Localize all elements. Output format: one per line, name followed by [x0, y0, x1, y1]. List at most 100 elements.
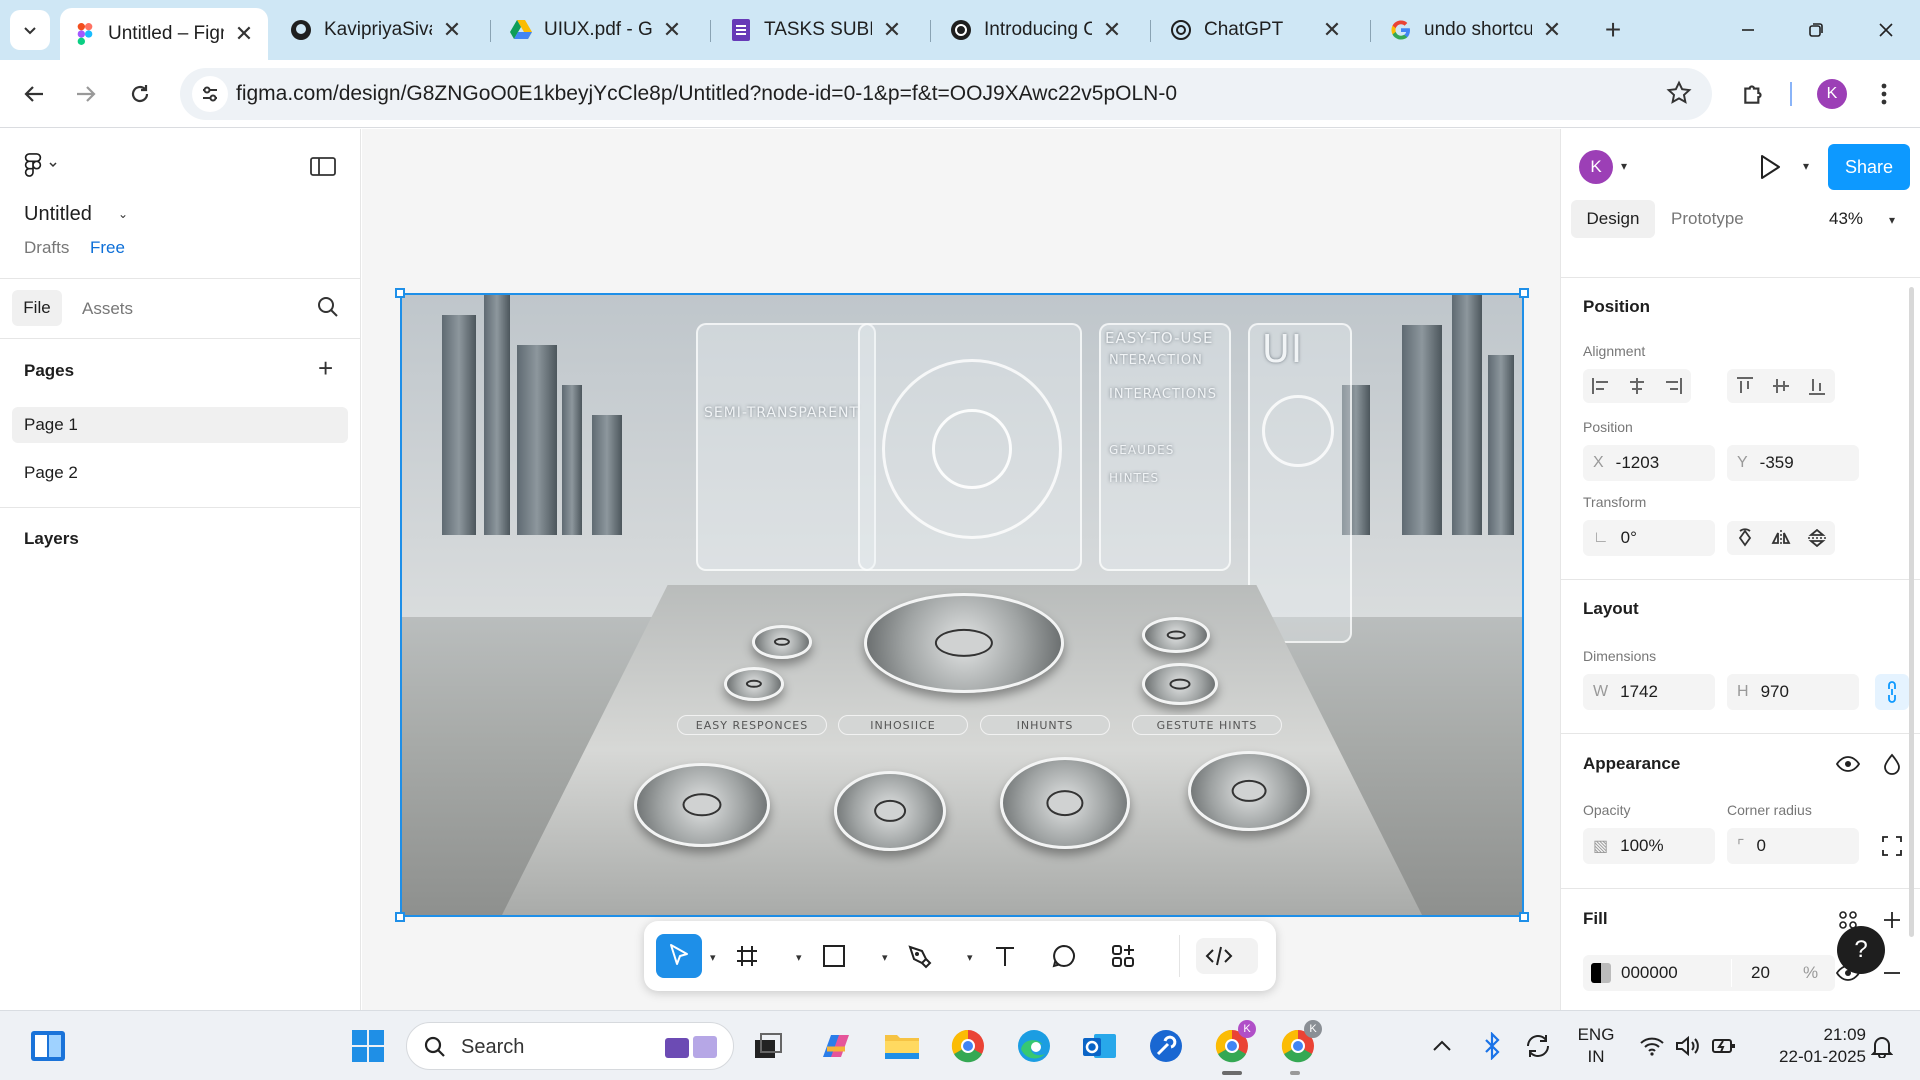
- file-name[interactable]: Untitled: [24, 203, 92, 226]
- opacity-input[interactable]: ▧ 100%: [1583, 828, 1715, 864]
- tab-introducing[interactable]: Introducing Cl ✕: [936, 8, 1136, 52]
- tab-google-forms[interactable]: TASKS SUBMIS ✕: [716, 8, 916, 52]
- task-view-icon[interactable]: [746, 1024, 790, 1068]
- tab-assets[interactable]: Assets: [82, 299, 133, 319]
- tab-file[interactable]: File: [12, 290, 62, 326]
- language-indicator[interactable]: ENG IN: [1572, 1024, 1620, 1068]
- close-tab-icon[interactable]: ✕: [1102, 17, 1122, 43]
- canvas[interactable]: SEMI-TRANSPARENT EASY-TO-USE NTERACTION …: [362, 129, 1560, 1010]
- actions-tool-button[interactable]: [1100, 934, 1146, 978]
- close-tab-icon[interactable]: ✕: [662, 17, 682, 43]
- remove-fill-icon[interactable]: [1877, 958, 1907, 988]
- tool-app-icon[interactable]: [1144, 1024, 1188, 1068]
- page-item-1[interactable]: Page 1: [12, 407, 348, 443]
- share-button[interactable]: Share: [1828, 144, 1910, 190]
- align-center-horizontal-icon[interactable]: [1619, 369, 1655, 403]
- close-tab-icon[interactable]: ✕: [882, 17, 902, 43]
- x-position-input[interactable]: X -1203: [1583, 445, 1715, 481]
- chevron-down-icon[interactable]: ▾: [1803, 159, 1809, 173]
- file-explorer-icon[interactable]: [880, 1024, 924, 1068]
- selected-image-frame[interactable]: SEMI-TRANSPARENT EASY-TO-USE NTERACTION …: [400, 293, 1524, 917]
- resize-handle-top-right[interactable]: [1519, 288, 1529, 298]
- toggle-sidebar-button[interactable]: [310, 155, 336, 182]
- tab-design[interactable]: Design: [1571, 200, 1655, 238]
- tab-chatgpt[interactable]: ChatGPT ✕: [1156, 8, 1356, 52]
- main-menu-button[interactable]: [24, 153, 58, 177]
- fill-color-input[interactable]: 000000 20 %: [1583, 955, 1835, 991]
- align-left-icon[interactable]: [1583, 369, 1619, 403]
- restore-button[interactable]: [1796, 12, 1836, 48]
- width-input[interactable]: W 1742: [1583, 674, 1715, 710]
- chevron-up-icon[interactable]: [1420, 1024, 1464, 1068]
- avatar[interactable]: K: [1579, 150, 1613, 184]
- frame-tool-button[interactable]: [724, 934, 770, 978]
- bluetooth-icon[interactable]: [1470, 1024, 1514, 1068]
- color-swatch[interactable]: [1591, 963, 1611, 983]
- zoom-level[interactable]: 43%: [1829, 209, 1863, 229]
- page-item-2[interactable]: Page 2: [12, 455, 348, 491]
- browser-menu-button[interactable]: [1866, 76, 1902, 112]
- shape-tool-button[interactable]: [811, 934, 857, 978]
- chevron-down-icon[interactable]: ▾: [967, 951, 973, 964]
- resize-handle-top-left[interactable]: [395, 288, 405, 298]
- bookmark-star-icon[interactable]: [1666, 80, 1692, 111]
- site-info-button[interactable]: [192, 76, 228, 112]
- chevron-down-icon[interactable]: ⌄: [118, 207, 128, 221]
- move-tool-button[interactable]: [656, 934, 702, 978]
- add-page-icon[interactable]: +: [318, 355, 333, 381]
- rotate-icon[interactable]: [1727, 521, 1763, 555]
- clock[interactable]: 21:09 22-01-2025: [1756, 1024, 1866, 1068]
- copilot-icon[interactable]: [814, 1024, 858, 1068]
- tab-undo-shortcut[interactable]: undo shortcut ✕: [1376, 8, 1576, 52]
- scrollbar[interactable]: [1909, 287, 1914, 937]
- close-tab-icon[interactable]: ✕: [1322, 17, 1342, 43]
- tab-google-drive[interactable]: UIUX.pdf - Go ✕: [496, 8, 696, 52]
- chevron-down-icon[interactable]: ▾: [882, 951, 888, 964]
- add-fill-icon[interactable]: [1877, 905, 1907, 935]
- align-center-vertical-icon[interactable]: [1763, 369, 1799, 403]
- close-window-button[interactable]: [1866, 12, 1906, 48]
- constrain-proportions-toggle[interactable]: [1875, 674, 1909, 710]
- height-input[interactable]: H 970: [1727, 674, 1859, 710]
- back-button[interactable]: [16, 76, 52, 112]
- comment-tool-button[interactable]: [1041, 934, 1087, 978]
- file-location[interactable]: Drafts: [24, 238, 69, 258]
- flip-vertical-icon[interactable]: [1799, 521, 1835, 555]
- close-tab-icon[interactable]: ✕: [234, 21, 254, 47]
- help-button[interactable]: ?: [1837, 926, 1885, 974]
- chevron-down-icon[interactable]: ▾: [1621, 159, 1627, 173]
- tab-github[interactable]: KavipriyaSivar ✕: [276, 8, 476, 52]
- plan-badge[interactable]: Free: [90, 238, 125, 258]
- outlook-icon[interactable]: [1078, 1024, 1122, 1068]
- eye-icon[interactable]: [1833, 749, 1863, 779]
- chevron-down-icon[interactable]: ▾: [1889, 213, 1895, 227]
- tab-figma[interactable]: Untitled – Figma ✕: [60, 8, 268, 60]
- reload-button[interactable]: [122, 76, 158, 112]
- search-icon[interactable]: [316, 295, 340, 324]
- rotation-input[interactable]: ∟ 0°: [1583, 520, 1715, 556]
- chrome-profile-icon[interactable]: K: [1276, 1020, 1322, 1068]
- independent-corners-icon[interactable]: [1877, 831, 1907, 861]
- dev-mode-toggle[interactable]: [1196, 938, 1258, 974]
- widgets-icon[interactable]: [26, 1024, 70, 1068]
- corner-radius-input[interactable]: ⌜ 0: [1727, 828, 1859, 864]
- url-text[interactable]: figma.com/design/G8ZNGoO0E1kbeyjYcCle8p/…: [236, 82, 1177, 106]
- close-tab-icon[interactable]: ✕: [442, 17, 462, 43]
- align-bottom-icon[interactable]: [1799, 369, 1835, 403]
- text-tool-button[interactable]: [982, 934, 1028, 978]
- resize-handle-bottom-right[interactable]: [1519, 912, 1529, 922]
- minimize-button[interactable]: [1728, 12, 1768, 48]
- close-tab-icon[interactable]: ✕: [1542, 17, 1562, 43]
- chrome-profile-icon[interactable]: K: [1210, 1020, 1256, 1068]
- y-position-input[interactable]: Y -359: [1727, 445, 1859, 481]
- battery-icon[interactable]: [1702, 1024, 1746, 1068]
- tab-prototype[interactable]: Prototype: [1671, 209, 1744, 229]
- chevron-down-icon[interactable]: ▾: [796, 951, 802, 964]
- taskbar-search[interactable]: Search: [406, 1022, 734, 1070]
- sync-icon[interactable]: [1516, 1024, 1560, 1068]
- notification-bell-icon[interactable]: [1860, 1024, 1904, 1068]
- chevron-down-icon[interactable]: ▾: [710, 951, 716, 964]
- present-button[interactable]: [1757, 153, 1783, 186]
- extensions-button[interactable]: [1736, 76, 1772, 112]
- chrome-icon[interactable]: [946, 1024, 990, 1068]
